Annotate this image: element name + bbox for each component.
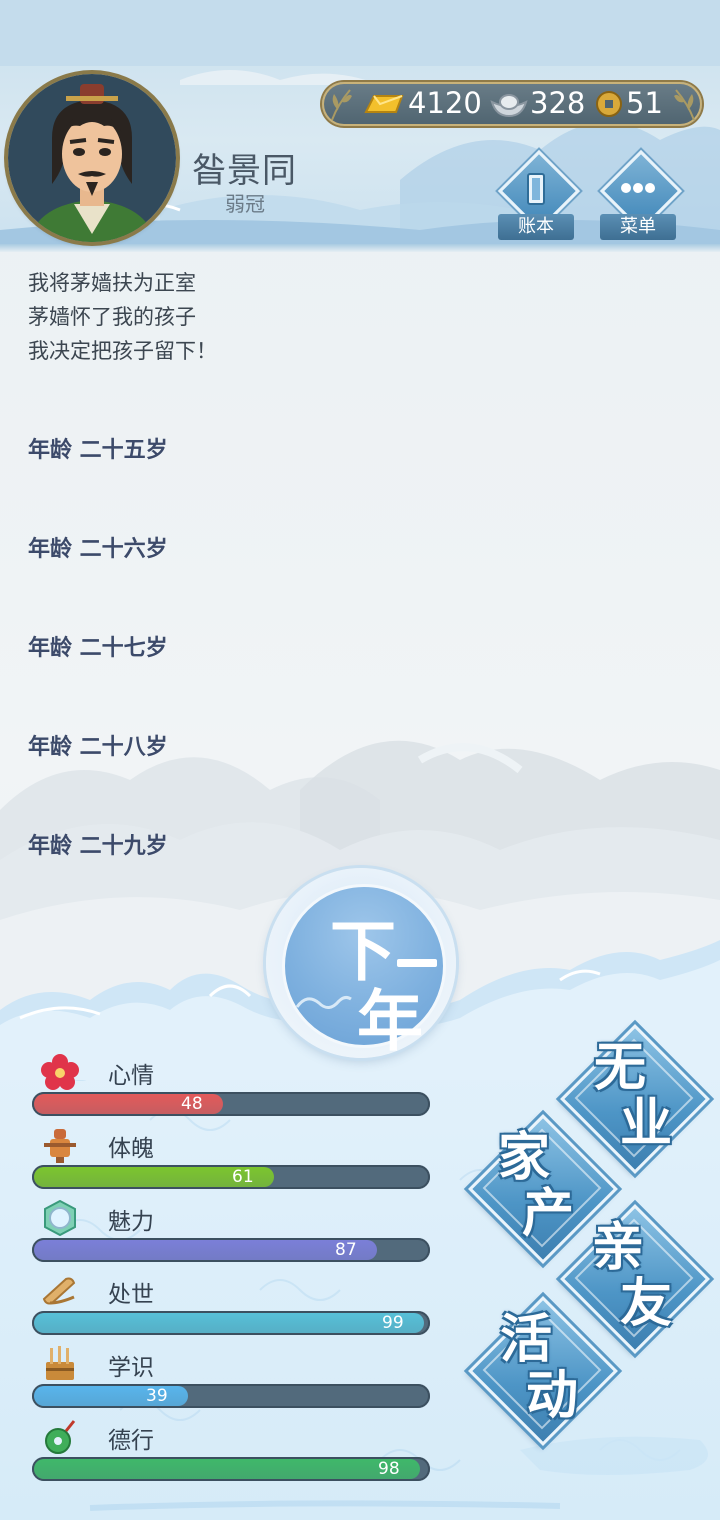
gold-amount: 4120 [408,86,482,120]
log-entry: 茅嫱怀了我的孩子 [28,305,196,329]
scholar-portrait-icon [8,74,176,242]
bamboo-leaf-icon [674,89,695,121]
stat-value: 61 [232,1167,254,1187]
stat-value: 48 [181,1094,203,1114]
age-heading: 年龄 二十八岁 [28,735,168,760]
ledger-button[interactable]: 账本 [496,149,581,242]
stat-label: 学识 [108,1355,154,1381]
header-divider [0,244,720,252]
stat-value: 39 [146,1386,168,1406]
age-heading: 年龄 二十七岁 [28,636,168,661]
coin-amount: 51 [626,86,663,120]
age-heading: 年龄 二十六岁 [28,537,168,562]
player-avatar[interactable] [8,74,176,242]
flower-icon [41,1054,79,1090]
copper-coin-icon [596,91,622,117]
estate-label-1: 家 [498,1128,551,1188]
scroll-icon [42,1277,76,1305]
activities-button[interactable]: 活 动 [468,1296,618,1446]
stat-value: 99 [382,1313,404,1333]
next-year-label-1: 下 [330,913,396,990]
stat-fill [34,1459,420,1479]
stat-label: 魅力 [108,1209,154,1235]
book-icon [527,173,545,205]
relatives-label-1: 亲 [592,1218,645,1278]
gold-bar-icon [364,95,404,113]
stat-worldliness: 处世 99 [32,1273,432,1343]
age-heading: 年龄 二十五岁 [28,438,168,463]
stat-physique: 体魄 61 [32,1127,432,1197]
brush-stand-icon [46,1346,74,1380]
stat-virtue: 德行 98 [32,1419,432,1489]
silver-ingot-icon [490,94,528,118]
more-dots-icon [621,183,655,193]
training-dummy-icon [44,1129,76,1163]
silver-amount: 328 [530,86,586,120]
activities-label-1: 活 [500,1310,553,1370]
stat-charm: 魅力 87 [32,1200,432,1270]
activities-label-2: 动 [526,1366,579,1426]
next-year-button[interactable]: 下 年 [266,868,456,1058]
age-heading: 年龄 二十九岁 [28,834,168,859]
menu-button-label: 菜单 [600,214,676,240]
stat-value: 87 [335,1240,357,1260]
stat-bar: 98 [32,1457,430,1481]
jade-pendant-icon [45,1420,76,1454]
stat-bar: 61 [32,1165,430,1189]
header-top-strip [0,0,720,66]
player-name: 昝景同 [192,151,297,191]
stat-bar: 48 [32,1092,430,1116]
cloud-swirl-icon [295,995,352,1009]
stat-knowledge: 学识 39 [32,1346,432,1416]
stat-label: 德行 [108,1428,154,1454]
log-entry: 我决定把孩子留下！ [28,339,217,363]
stat-fill [34,1240,377,1260]
mirror-icon [44,1200,76,1236]
next-year-dash [397,959,437,967]
relatives-label-2: 友 [620,1274,673,1334]
stat-bar: 87 [32,1238,430,1262]
stat-label: 处世 [108,1282,154,1308]
stat-label: 体魄 [108,1136,154,1162]
stat-value: 98 [378,1459,400,1479]
player-age-title: 弱冠 [225,192,265,216]
stat-bar: 39 [32,1384,430,1408]
career-label-2: 业 [620,1094,673,1154]
menu-button[interactable]: 菜单 [598,149,683,242]
stat-fill [34,1313,424,1333]
stat-mood: 心情 48 [32,1054,432,1124]
career-label-1: 无 [594,1038,647,1098]
stat-label: 心情 [108,1063,154,1089]
bamboo-leaf-icon [331,89,352,121]
log-entry: 我将茅嫱扶为正室 [28,271,196,295]
next-year-label-2: 年 [357,983,423,1060]
ledger-button-label: 账本 [498,214,574,240]
currency-bar: 4120 328 51 [322,82,702,126]
stat-bar: 99 [32,1311,430,1335]
event-log: 我将茅嫱扶为正室 茅嫱怀了我的孩子 我决定把孩子留下！ [28,266,688,368]
